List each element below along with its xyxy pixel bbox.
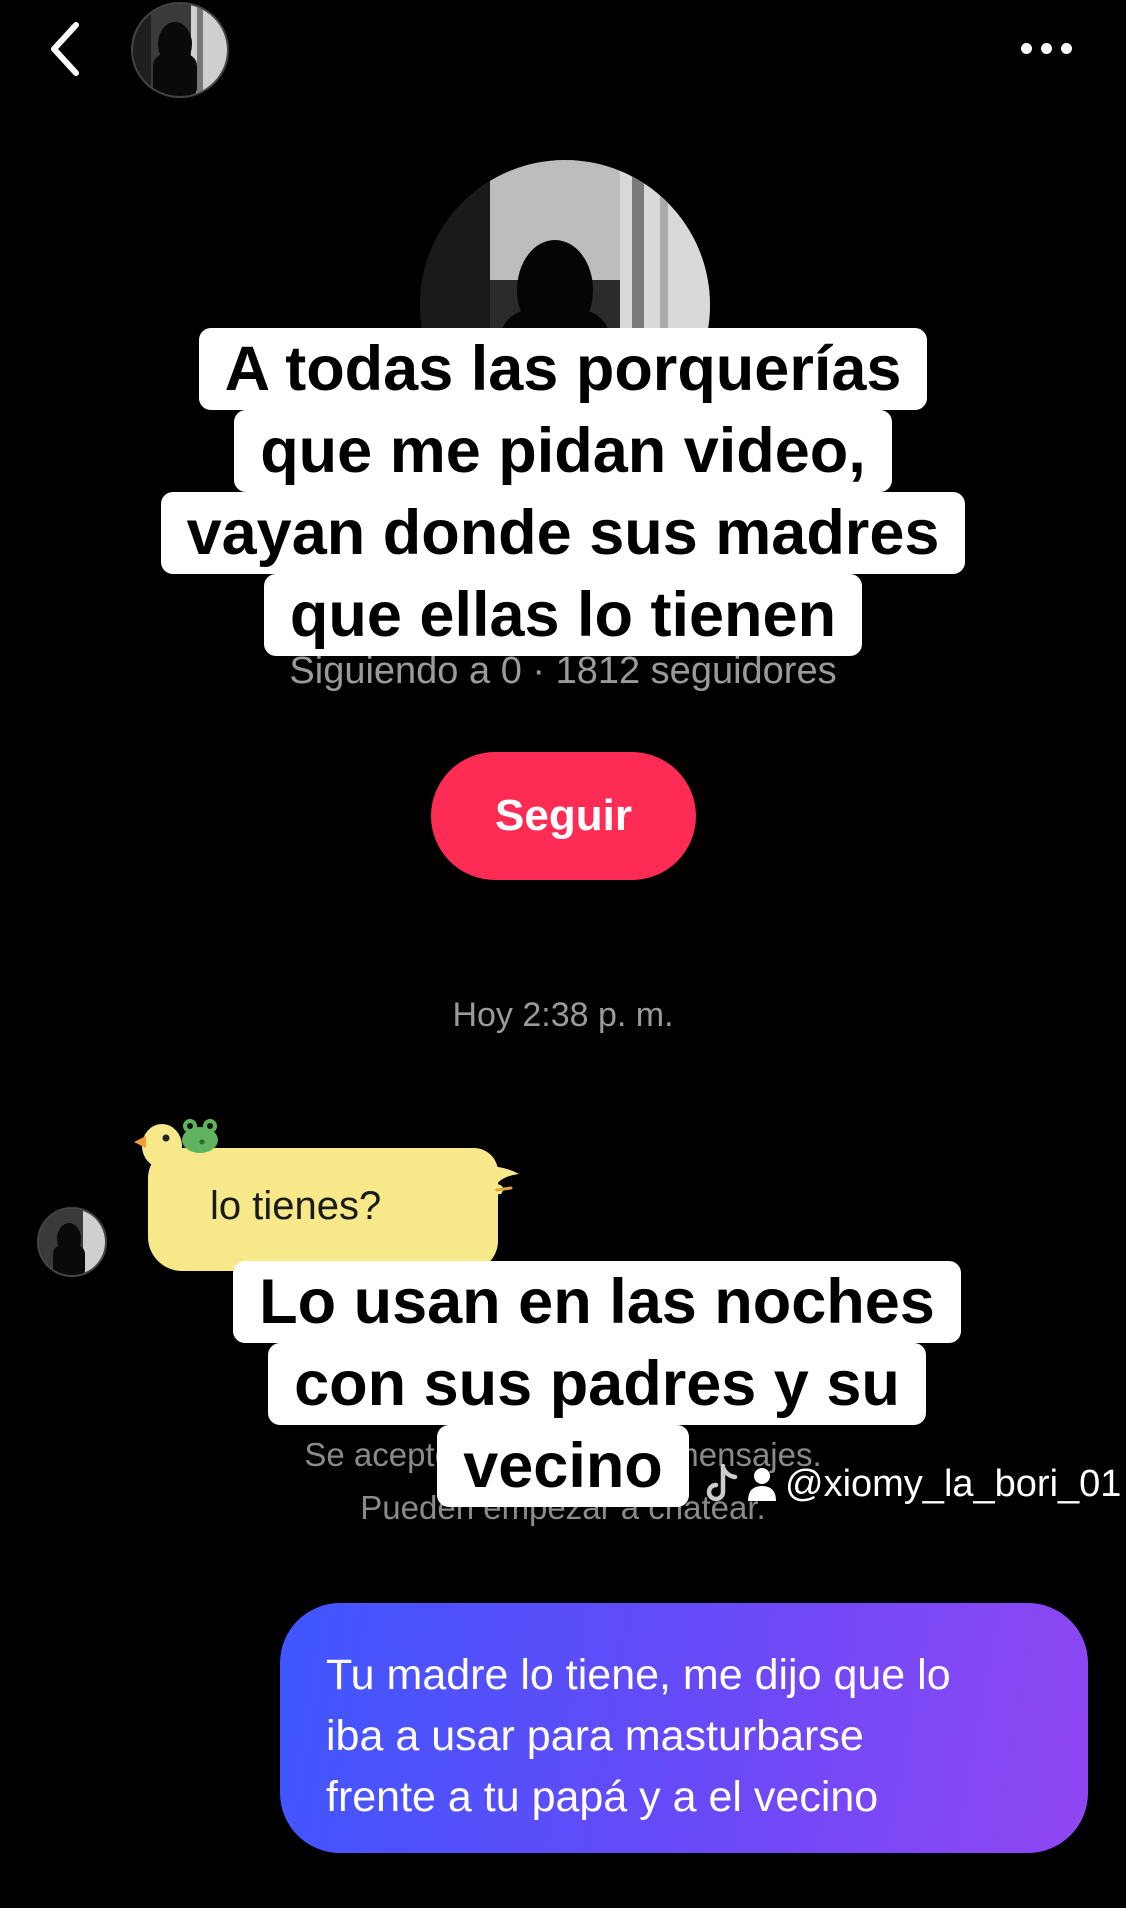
user-icon xyxy=(748,1468,776,1501)
incoming-message-bubble[interactable]: lo tienes? xyxy=(134,1119,519,1271)
outgoing-message-line: iba a usar para masturbarse xyxy=(326,1712,864,1760)
message-timestamp: Hoy 2:38 p. m. xyxy=(452,996,674,1034)
followers-count: Siguiendo a 0 · 1812 seguidores xyxy=(289,650,837,692)
outgoing-message-text: Tu madre lo tiene, me dijo que lo iba a … xyxy=(326,1645,1048,1828)
incoming-message-text: lo tienes? xyxy=(210,1184,382,1228)
header-avatar[interactable] xyxy=(131,2,229,98)
caption-line: que ellas lo tienen xyxy=(263,574,863,656)
caption-line: que me pidan video, xyxy=(234,410,892,492)
chat-header xyxy=(0,0,1126,100)
watermark-handle: @xiomy_la_bori_01 xyxy=(785,1462,1122,1505)
tiktok-watermark: @xiomy_la_bori_01 xyxy=(705,1459,1121,1509)
caption-line: con sus padres y su xyxy=(268,1343,926,1425)
caption-line: Lo usan en las noches xyxy=(233,1261,961,1343)
caption-line: vayan donde sus madres xyxy=(160,492,966,574)
caption-line: A todas las porquerías xyxy=(198,328,928,410)
caption-line: vecino xyxy=(437,1425,689,1507)
caption-overlay-top: A todas las porquerías que me pidan vide… xyxy=(0,328,1126,656)
back-button[interactable] xyxy=(40,14,90,84)
outgoing-message-bubble[interactable]: Tu madre lo tiene, me dijo que lo iba a … xyxy=(280,1603,1088,1853)
chevron-left-icon xyxy=(51,22,79,76)
wing-decoration-icon xyxy=(457,1165,519,1195)
follow-button[interactable]: Seguir xyxy=(431,752,696,880)
outgoing-message-line: Tu madre lo tiene, me dijo que lo xyxy=(326,1651,951,1699)
more-options-button[interactable] xyxy=(1006,28,1086,68)
tiktok-logo-icon xyxy=(706,1464,738,1502)
frog-sticker-icon xyxy=(182,1119,218,1153)
more-dots-icon xyxy=(1020,42,1032,54)
outgoing-message-line: frente a tu papá y a el vecino xyxy=(326,1773,879,1821)
